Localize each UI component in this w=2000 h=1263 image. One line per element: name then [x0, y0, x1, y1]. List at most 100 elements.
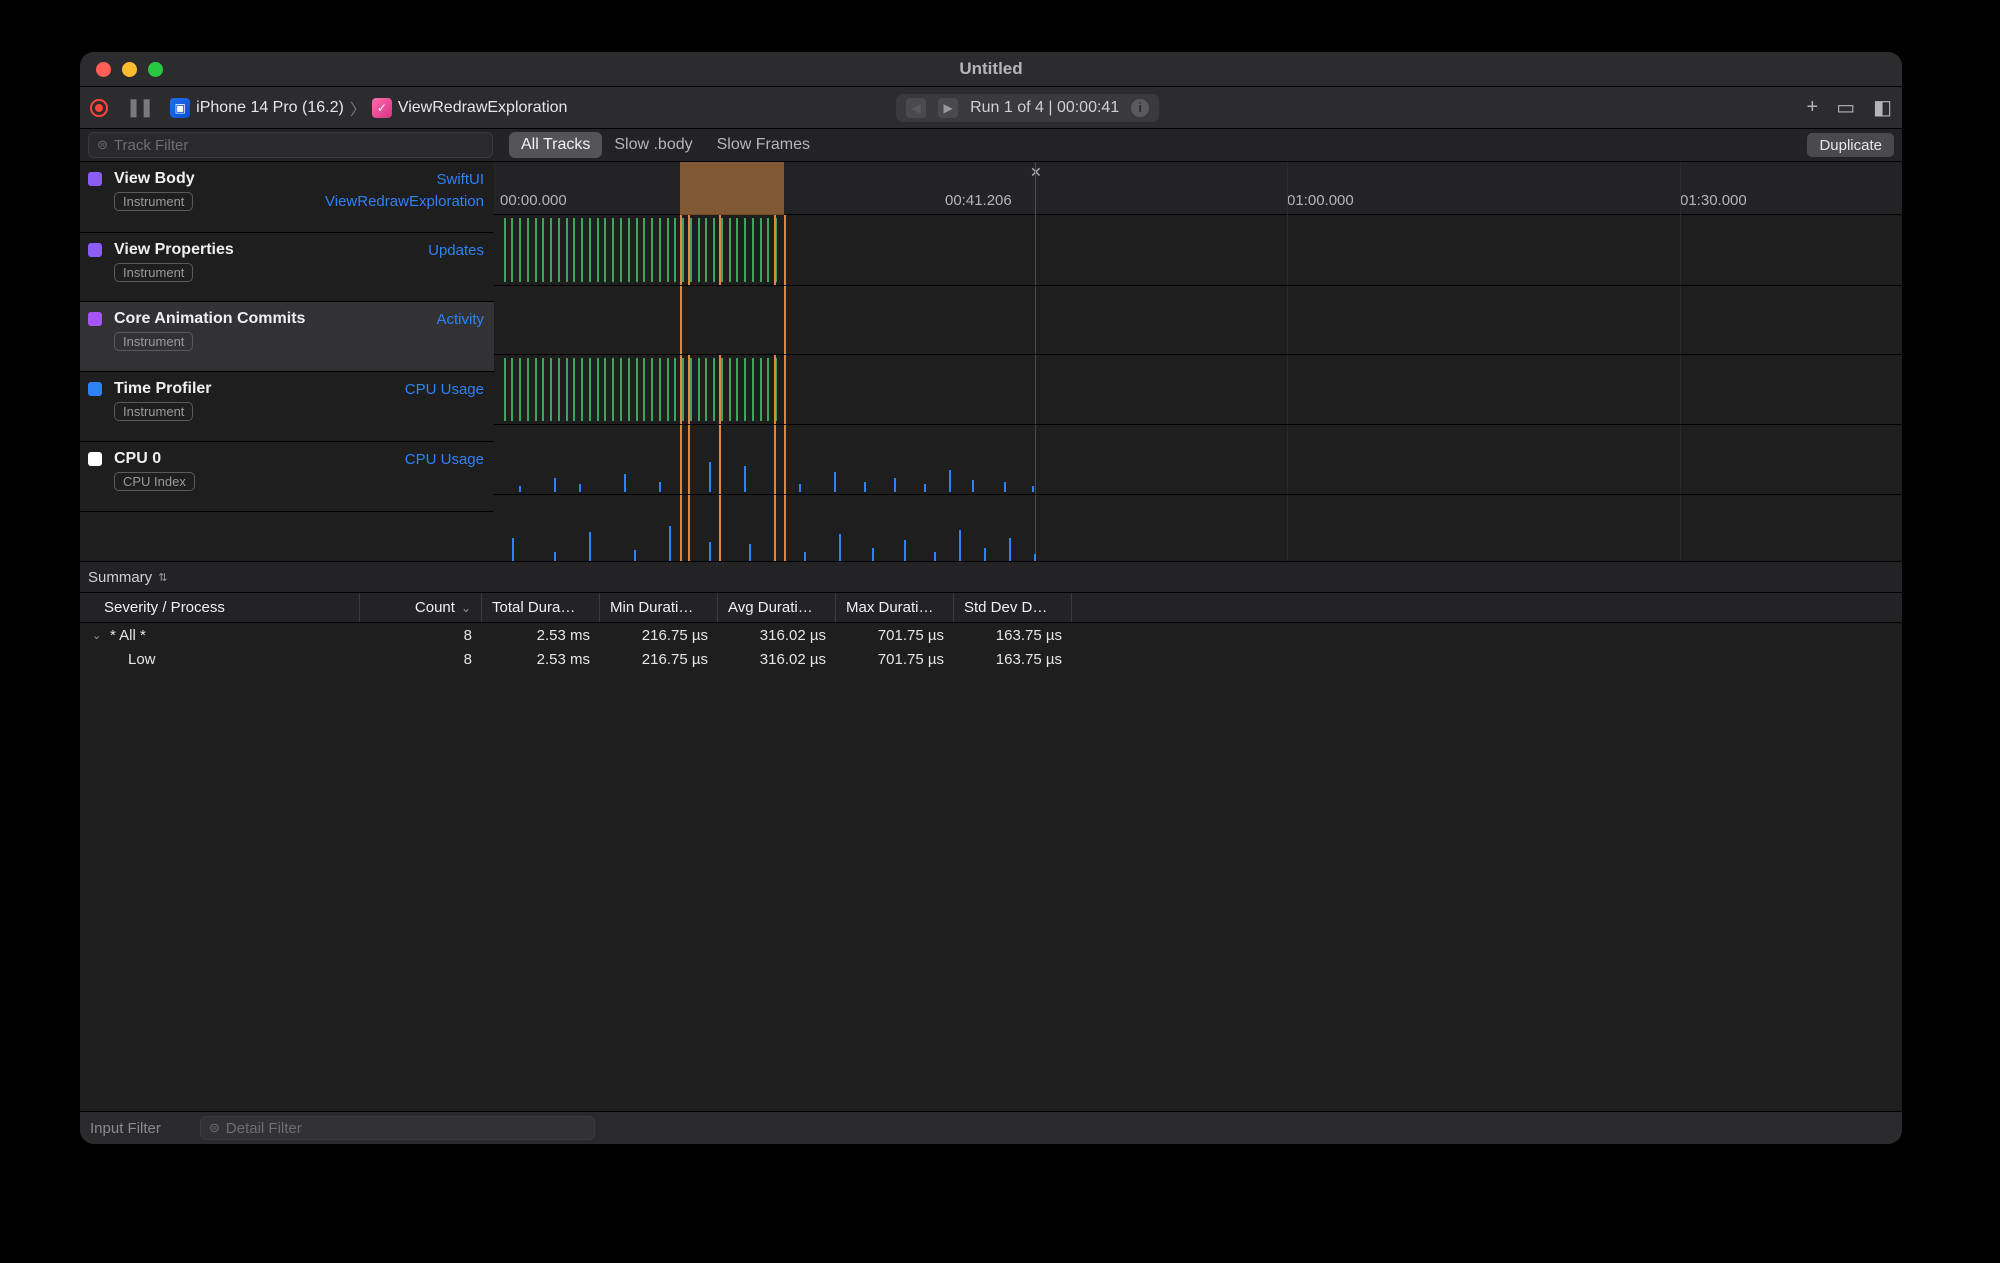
track-row[interactable]: Time ProfilerCPU UsageInstrument [80, 372, 494, 442]
filter-icon: ⊜ [97, 137, 108, 153]
row-label: * All * [110, 627, 146, 644]
sidebar-toggle-icon[interactable]: ◧ [1873, 95, 1892, 120]
time-tick-end: 00:41.206 [945, 192, 1012, 209]
target-selector[interactable]: ▣ iPhone 14 Pro (16.2) 〉 ✓ ViewRedrawExp… [170, 96, 567, 120]
track-type-icon [88, 452, 102, 466]
sort-desc-icon: ⌄ [461, 601, 471, 615]
track-link[interactable]: Updates [428, 242, 484, 259]
track-icon-gutter [88, 241, 114, 293]
traffic-lights [96, 62, 163, 77]
duplicate-button[interactable]: Duplicate [1807, 133, 1894, 157]
track-name: Time Profiler [114, 380, 212, 398]
selection-region[interactable] [680, 162, 784, 215]
track-filter-input[interactable]: ⊜ Track Filter [88, 132, 493, 158]
detail-header: Summary ⇅ [80, 562, 1902, 593]
run-info-capsule[interactable]: ◀ ▶ Run 1 of 4 | 00:00:41 i [896, 94, 1159, 122]
track-link[interactable]: Activity [436, 311, 484, 328]
input-filter-label[interactable]: Input Filter [90, 1120, 190, 1137]
seg-slow-frames[interactable]: Slow Frames [705, 132, 822, 158]
zoom-window-button[interactable] [148, 62, 163, 77]
timeline-lane[interactable] [494, 495, 1902, 561]
col-min[interactable]: Min Durati… [600, 593, 718, 622]
track-link[interactable]: SwiftUI [436, 171, 484, 188]
track-row[interactable]: View PropertiesUpdatesInstrument [80, 233, 494, 302]
info-icon[interactable]: i [1131, 99, 1149, 117]
run-info-label: Run 1 of 4 | 00:00:41 [970, 99, 1119, 117]
device-icon: ▣ [170, 98, 190, 118]
record-button[interactable] [90, 99, 108, 117]
track-name: CPU 0 [114, 450, 161, 468]
track-name: View Properties [114, 241, 234, 259]
track-body: View Body SwiftUI Instrument ViewRedrawExpl… [114, 170, 484, 224]
toolbar-right: + ▭ ◧ [1807, 95, 1893, 120]
col-total[interactable]: Total Dura… [482, 593, 600, 622]
col-severity[interactable]: Severity / Process [80, 593, 360, 622]
timeline-canvas[interactable]: 00:00.000 00:41.206 01:00.000 01:30.000 … [494, 162, 1902, 561]
col-stddev[interactable]: Std Dev D… [954, 593, 1072, 622]
cell-min: 216.75 µs [600, 627, 718, 644]
timeline-lane[interactable] [494, 286, 1902, 355]
col-count[interactable]: Count⌄ [360, 593, 482, 622]
timeline-lane[interactable] [494, 355, 1902, 425]
time-tick-1m: 01:00.000 [1287, 192, 1354, 209]
track-scope-segmented: All Tracks Slow .body Slow Frames [509, 132, 822, 158]
table-row[interactable]: ⌄* All *82.53 ms216.75 µs316.02 µs701.75… [80, 623, 1902, 647]
timeline-lane[interactable] [494, 425, 1902, 495]
track-icon-gutter [88, 380, 114, 433]
timeline-lane[interactable] [494, 215, 1902, 286]
seg-all-tracks[interactable]: All Tracks [509, 132, 602, 158]
track-type-icon [88, 172, 102, 186]
col-avg[interactable]: Avg Durati… [718, 593, 836, 622]
toolbar: ❚❚ ▣ iPhone 14 Pro (16.2) 〉 ✓ ViewRedraw… [80, 87, 1902, 129]
track-name: View Body [114, 170, 195, 188]
track-link[interactable]: CPU Usage [405, 381, 484, 398]
chevron-right-icon: 〉 [350, 96, 366, 120]
track-row[interactable]: CPU 0 CPU Usage CPU Index [80, 442, 494, 512]
time-ruler[interactable]: 00:00.000 00:41.206 01:00.000 01:30.000 … [494, 162, 1902, 215]
pause-button[interactable]: ❚❚ [126, 97, 152, 118]
instrument-pill: Instrument [114, 332, 193, 351]
detail-filter-input[interactable]: ⊜ Detail Filter [200, 1116, 595, 1140]
seg-slow-body[interactable]: Slow .body [602, 132, 704, 158]
footer: Input Filter ⊜ Detail Filter [80, 1111, 1902, 1144]
track-link[interactable]: CPU Usage [405, 451, 484, 468]
table-header-row: Severity / Process Count⌄ Total Dura… Mi… [80, 593, 1902, 623]
table-row[interactable]: Low82.53 ms216.75 µs316.02 µs701.75 µs16… [80, 647, 1902, 671]
track-body: Core Animation Commits Activity Instrument [114, 310, 484, 363]
cell-total: 2.53 ms [482, 651, 600, 668]
track-type-icon [88, 312, 102, 326]
inspector-toggle-icon[interactable]: ▭ [1836, 95, 1855, 120]
filterbar: ⊜ Track Filter All Tracks Slow .body Slo… [80, 129, 1902, 162]
col-max[interactable]: Max Durati… [836, 593, 954, 622]
instrument-pill: CPU Index [114, 472, 195, 491]
dropdown-arrows-icon: ⇅ [158, 571, 167, 584]
cell-count: 8 [360, 651, 482, 668]
filter-icon: ⊜ [209, 1120, 220, 1136]
track-row[interactable]: Core Animation Commits Activity Instrument [80, 302, 494, 372]
cell-stddev: 163.75 µs [954, 651, 1072, 668]
cell-max: 701.75 µs [836, 651, 954, 668]
instruments-window: Untitled ❚❚ ▣ iPhone 14 Pro (16.2) 〉 ✓ V… [80, 52, 1902, 1144]
next-run-button[interactable]: ▶ [938, 98, 958, 118]
close-window-button[interactable] [96, 62, 111, 77]
track-body: View PropertiesUpdatesInstrument [114, 241, 484, 293]
track-icon-gutter [88, 170, 114, 224]
cell-min: 216.75 µs [600, 651, 718, 668]
time-tick-0: 00:00.000 [500, 192, 567, 209]
timeline-area: View Body SwiftUI Instrument ViewRedrawExpl… [80, 162, 1902, 562]
titlebar: Untitled [80, 52, 1902, 87]
time-tick-130: 01:30.000 [1680, 192, 1747, 209]
cell-avg: 316.02 µs [718, 627, 836, 644]
app-icon: ✓ [372, 98, 392, 118]
minimize-window-button[interactable] [122, 62, 137, 77]
disclosure-icon[interactable]: ⌄ [92, 629, 104, 642]
detail-view-dropdown[interactable]: Summary [88, 569, 152, 586]
prev-run-button[interactable]: ◀ [906, 98, 926, 118]
toolbar-left: ❚❚ ▣ iPhone 14 Pro (16.2) 〉 ✓ ViewRedraw… [90, 96, 567, 120]
track-link-2[interactable]: ViewRedrawExploration [325, 193, 484, 210]
track-row[interactable]: View Body SwiftUI Instrument ViewRedrawExpl… [80, 162, 494, 233]
instrument-pill: Instrument [114, 192, 193, 211]
cell-total: 2.53 ms [482, 627, 600, 644]
add-button[interactable]: + [1807, 96, 1819, 119]
track-name: Core Animation Commits [114, 310, 305, 328]
